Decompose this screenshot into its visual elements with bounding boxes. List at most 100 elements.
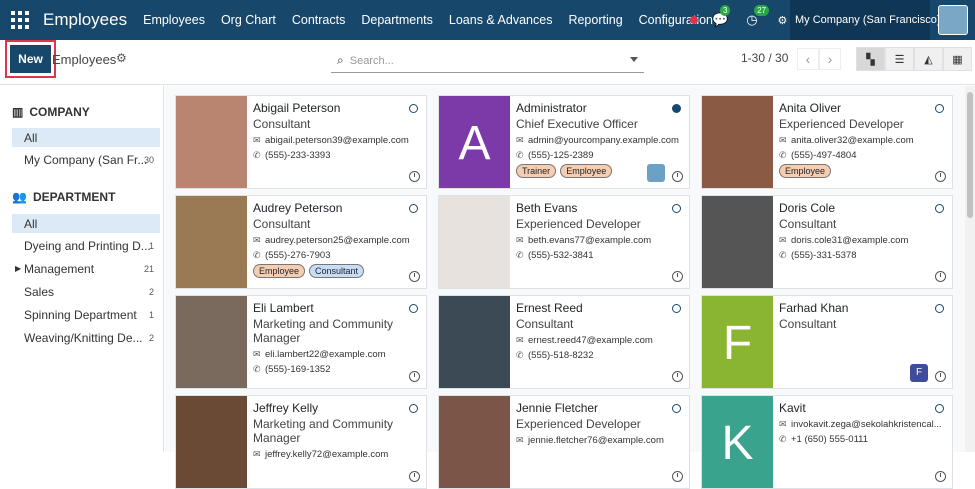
employee-card[interactable]: A Administrator Chief Executive Officer ✉ ad… [438,95,690,189]
company-item-all[interactable]: All [12,128,160,147]
employee-name: Audrey Peterson [253,201,343,215]
pager-value[interactable]: 1-30 / 30 [741,51,788,65]
envelope-icon: ✉ [779,235,787,245]
pivot-view-icon[interactable]: ▦ [943,47,972,71]
presence-status-icon [409,304,418,313]
company-switcher[interactable]: My Company (San Francisco) [790,0,941,40]
employee-tags: Employee Consultant [253,264,423,278]
activity-clock-icon[interactable] [409,371,420,382]
employee-card[interactable]: F Farhad Khan Consultant F [701,295,953,389]
department-item-all[interactable]: All [12,214,160,233]
manager-avatar: F [910,364,928,382]
employee-info: Farhad Khan Consultant [779,301,949,331]
next-page-button[interactable]: › [819,48,841,70]
employee-job-title: Experienced Developer [516,417,641,431]
employee-photo [702,96,773,188]
employee-card[interactable]: Jennie Fletcher Experienced Developer ✉ jen… [438,395,690,489]
menu-loans-advances[interactable]: Loans & Advances [441,13,561,27]
caret-right-icon[interactable]: ▶ [15,264,21,273]
phone-icon: ✆ [253,364,261,374]
employee-card[interactable]: Audrey Peterson Consultant ✉ audrey.peterso… [175,195,427,289]
employee-photo [439,396,510,488]
graph-view-icon[interactable]: ◭ [914,47,943,71]
record-dot-icon[interactable] [690,16,698,24]
user-avatar[interactable] [938,5,968,35]
envelope-icon: ✉ [253,449,261,459]
menu-employees[interactable]: Employees [135,13,213,27]
employee-card[interactable]: Beth Evans Experienced Developer ✉ beth.eva… [438,195,690,289]
employee-name: Administrator [516,101,587,115]
search-options-toggle-icon[interactable] [630,57,638,62]
list-view-icon[interactable]: ☰ [885,47,914,71]
employee-job-title: Marketing and Community Manager [253,317,394,345]
phone-icon: ✆ [516,250,524,260]
activity-clock-icon[interactable] [935,271,946,282]
employee-name: Beth Evans [516,201,578,215]
switch-company-icon[interactable]: ⚙ [778,14,788,27]
activity-clock-icon[interactable] [409,171,420,182]
gear-icon[interactable]: ⚙ [116,51,127,65]
activity-clock-icon[interactable] [935,371,946,382]
activity-clock-icon[interactable] [409,271,420,282]
menu-contracts[interactable]: Contracts [284,13,354,27]
employee-phone: ✆ (555)-276-7903 [253,250,331,261]
employee-phone: ✆ (555)-125-2389 [516,150,594,161]
employee-email: ✉ abigail.peterson39@example.com [253,135,409,146]
envelope-icon: ✉ [253,349,261,359]
employee-photo [702,196,773,288]
apps-menu-icon[interactable] [11,11,29,29]
users-icon: 👥 [12,190,27,204]
employee-name: Doris Cole [779,201,836,215]
activity-clock-icon[interactable] [935,171,946,182]
employee-info: Audrey Peterson Consultant ✉ audrey.peterso… [253,201,423,278]
activity-icon[interactable]: ◷ 27 [746,5,770,28]
department-item[interactable]: Sales 2 [12,282,160,301]
department-item[interactable]: ▶ Management 21 [12,259,160,278]
previous-page-button[interactable]: ‹ [797,48,819,70]
employee-card[interactable]: K Kavit ✉ invokavit.zega@sekolahkristencal.… [701,395,953,489]
menu-reporting[interactable]: Reporting [560,13,630,27]
chat-icon[interactable]: 💬 3 [712,5,731,28]
company-item[interactable]: My Company (San Fr... 30 [12,150,160,169]
app-title[interactable]: Employees [43,10,127,30]
employee-tag[interactable]: Employee [560,164,613,178]
employee-tag[interactable]: Employee [779,164,832,178]
control-panel: New Employees ⚙ ⌕ Search... 1-30 / 30 ‹ … [0,40,975,85]
new-button[interactable]: New [5,40,56,78]
kanban-view: Abigail Peterson Consultant ✉ abigail.peter… [165,86,965,489]
search-icon: ⌕ [337,53,344,67]
activity-clock-icon[interactable] [935,471,946,482]
activity-clock-icon[interactable] [672,371,683,382]
search-input[interactable]: Search... [350,55,394,67]
employee-card[interactable]: Eli Lambert Marketing and Community Manag… [175,295,427,389]
employee-info: Ernest Reed Consultant ✉ ernest.reed47@exam… [516,301,686,361]
employee-tag[interactable]: Consultant [309,264,365,278]
activity-clock-icon[interactable] [672,271,683,282]
presence-status-icon [409,404,418,413]
activity-clock-icon[interactable] [672,171,683,182]
department-item[interactable]: Dyeing and Printing D... 1 [12,236,160,255]
employee-card[interactable]: Anita Oliver Experienced Developer ✉ anita.… [701,95,953,189]
employee-card[interactable]: Abigail Peterson Consultant ✉ abigail.peter… [175,95,427,189]
employee-card[interactable]: Ernest Reed Consultant ✉ ernest.reed47@exam… [438,295,690,389]
kanban-view-icon[interactable]: ▚ [856,47,885,71]
employee-email: ✉ admin@yourcompany.example.com [516,135,679,146]
employee-tag[interactable]: Employee [253,264,306,278]
employee-tag[interactable]: Trainer [516,164,557,178]
employee-photo [439,196,510,288]
activity-clock-icon[interactable] [672,471,683,482]
department-item[interactable]: Weaving/Knitting De... 2 [12,328,160,347]
presence-status-icon [672,204,681,213]
presence-status-icon [672,304,681,313]
employee-card[interactable]: Doris Cole Consultant ✉ doris.cole31@exampl… [701,195,953,289]
scrollbar[interactable] [965,86,975,452]
department-item[interactable]: Spinning Department 1 [12,305,160,324]
employee-job-title: Consultant [516,317,574,331]
employee-job-title: Experienced Developer [779,117,904,131]
employee-card[interactable]: Jeffrey Kelly Marketing and Community Man… [175,395,427,489]
activity-clock-icon[interactable] [409,471,420,482]
menu-org-chart[interactable]: Org Chart [213,13,284,27]
menu-departments[interactable]: Departments [353,13,441,27]
search-bar[interactable]: ⌕ Search... [331,49,644,73]
company-section-header: ▥ COMPANY [12,105,90,119]
